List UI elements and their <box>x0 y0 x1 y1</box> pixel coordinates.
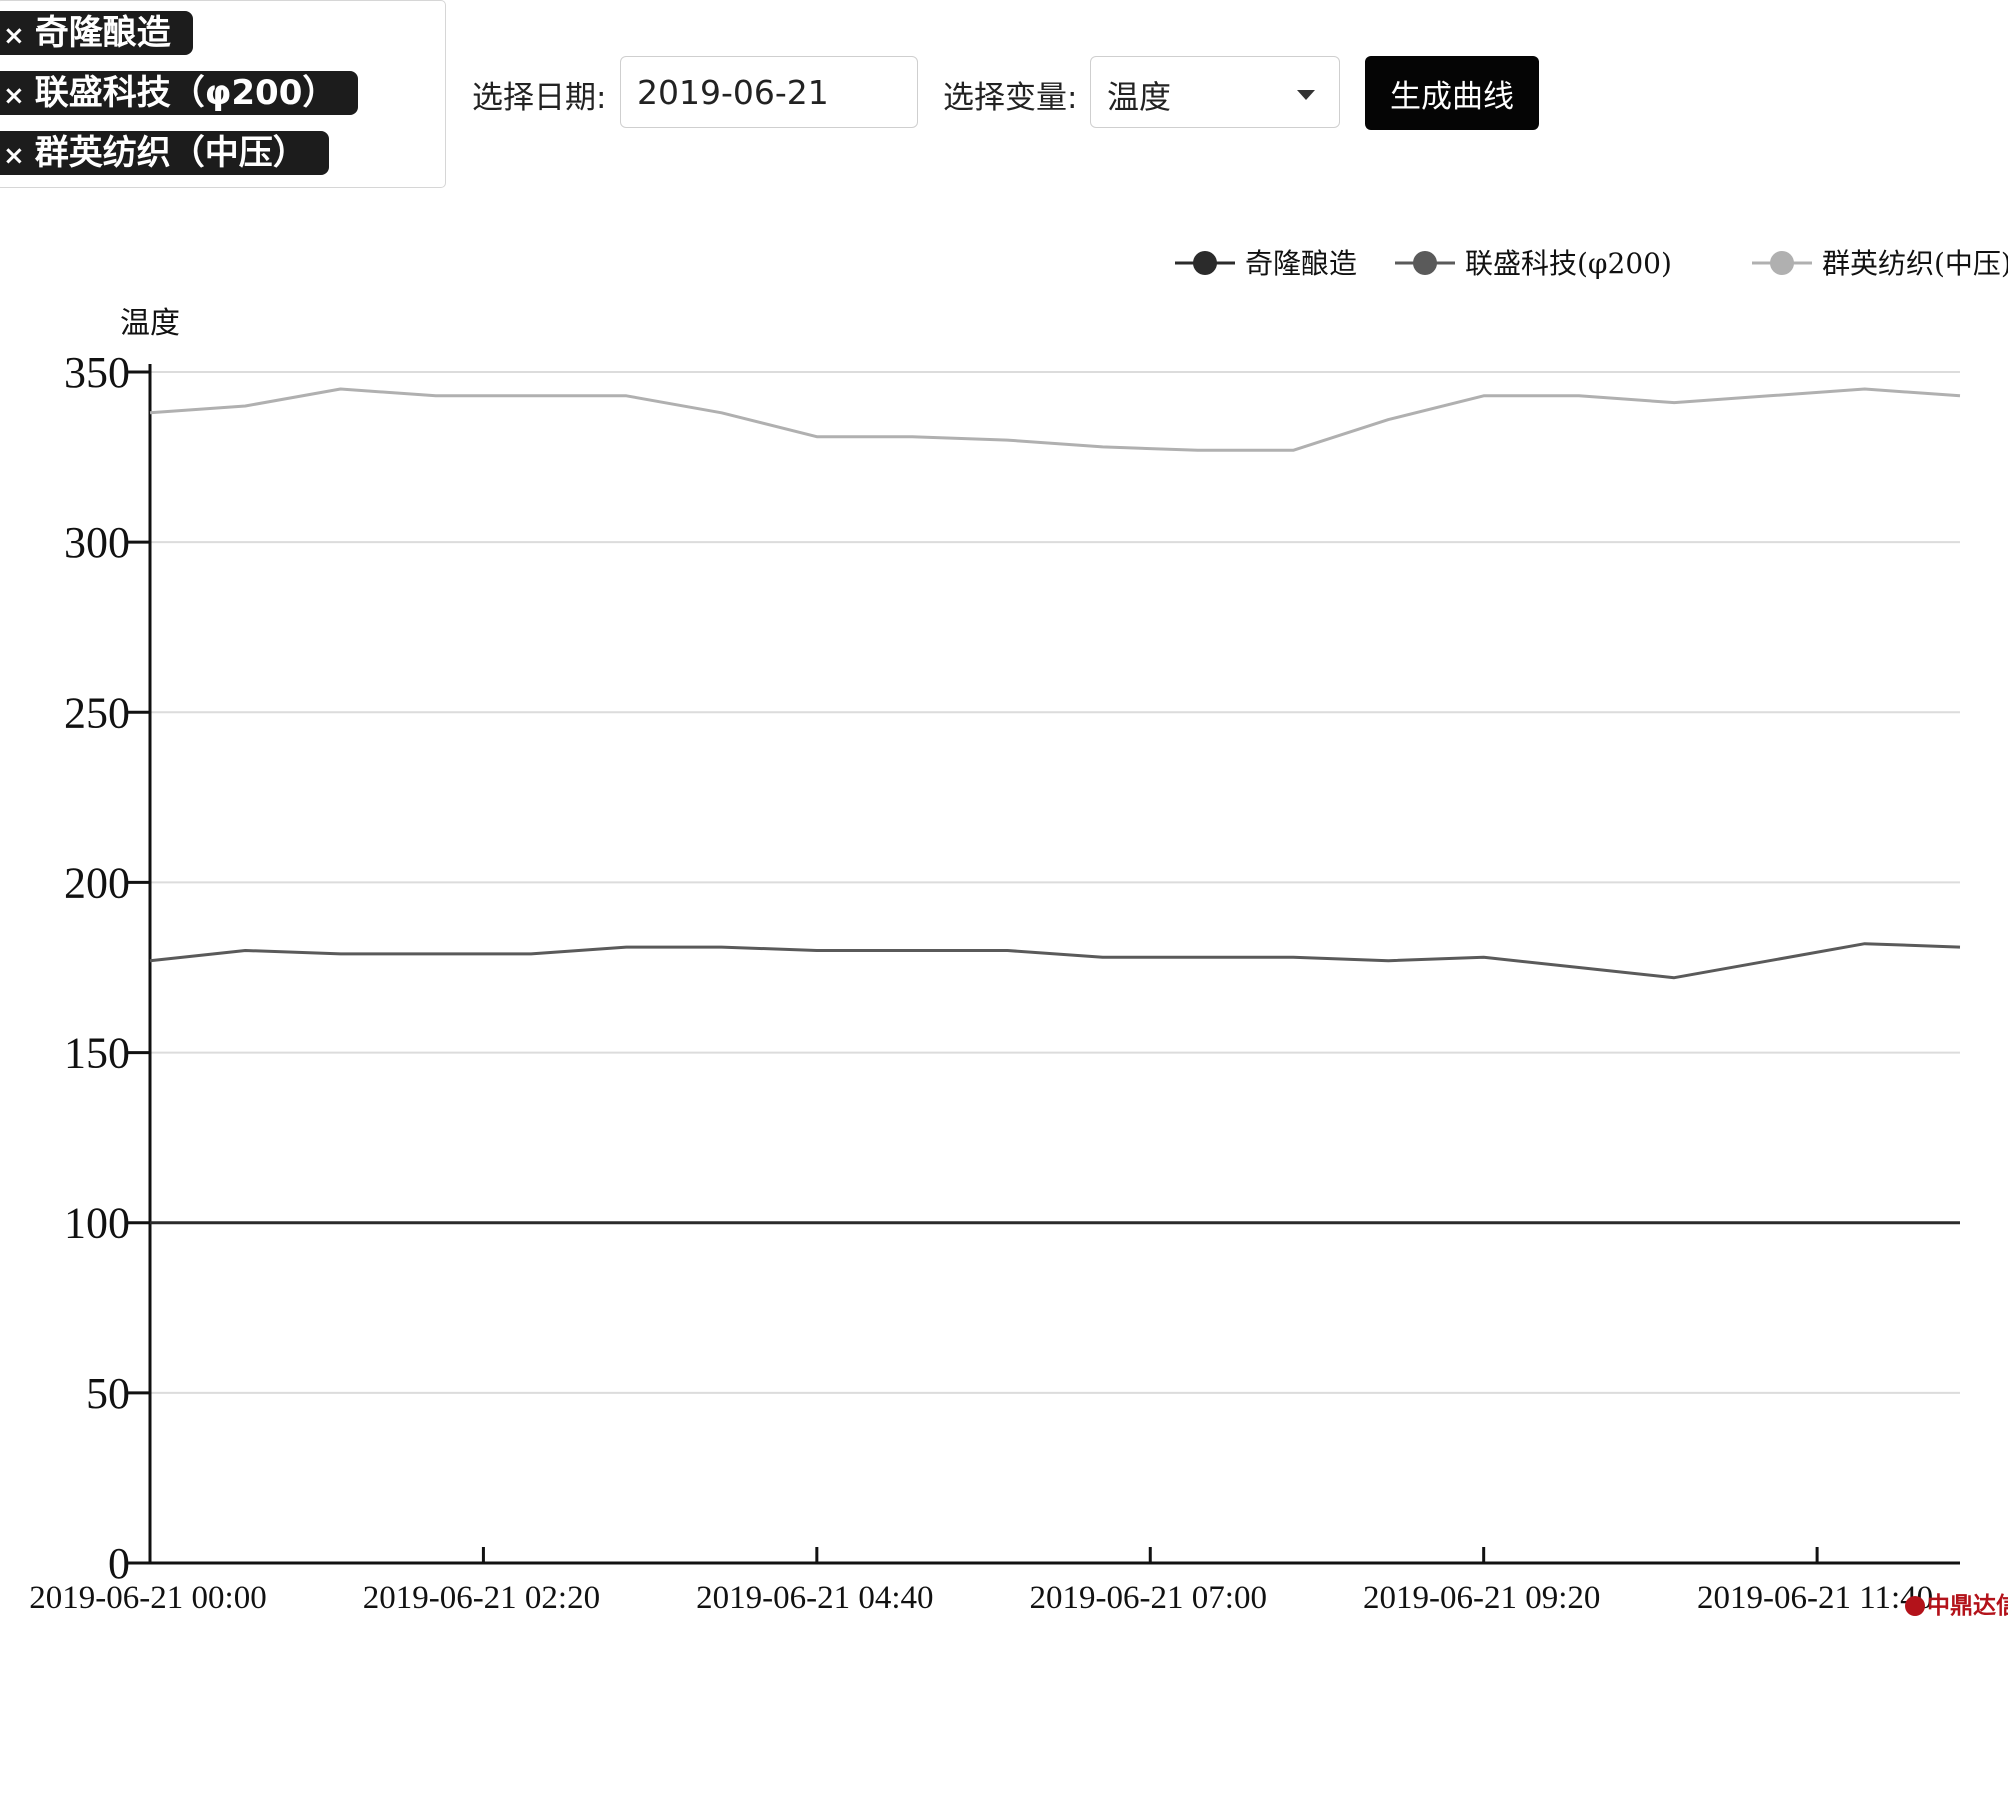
axes: 0501001502002503003502019-06-21 00:00 201… <box>29 348 1960 1616</box>
legend[interactable]: 奇隆酿造 联盛科技(φ200) 群英纺织(中压) <box>1175 247 2008 280</box>
generate-curve-button[interactable]: 生成曲线 <box>1365 56 1539 130</box>
y-tick-label: 150 <box>64 1029 130 1078</box>
watermark-text: 中鼎达信 <box>1927 1593 2008 1619</box>
x-tick-label: 2019-06-21 00:00 <box>29 1580 266 1616</box>
y-tick-label: 50 <box>86 1369 130 1418</box>
legend-marker <box>1413 251 1437 275</box>
series-line <box>149 387 1961 452</box>
company-tag-qunying[interactable]: × 群英纺织（中压） <box>0 131 329 175</box>
company-tag-liansheng[interactable]: × 联盛科技（φ200） <box>0 71 359 115</box>
temperature-line-chart: 0501001502002503003502019-06-21 00:00 201… <box>29 247 2008 1616</box>
selected-companies-panel: × 奇隆酿造 × 联盛科技（φ200） × 群英纺织（中压） <box>0 0 446 188</box>
y-tick-label: 100 <box>64 1199 130 1248</box>
x-tick-label: 2019-06-21 11:40 <box>1697 1580 1933 1616</box>
grid-lines <box>150 371 1960 1394</box>
logo-icon <box>1905 1596 1925 1616</box>
y-axis-label: 温度 <box>120 306 180 341</box>
y-tick-label: 250 <box>64 688 130 737</box>
variable-select[interactable]: 温度 <box>1090 56 1340 128</box>
x-tick-label: 2019-06-21 07:00 <box>1030 1580 1267 1616</box>
tag-label: 联盛科技（φ200） <box>34 73 337 113</box>
y-tick-label: 200 <box>64 858 130 907</box>
caret-down-icon <box>1297 90 1315 100</box>
date-label: 选择日期: <box>472 80 607 116</box>
tag-label: 奇隆酿造 <box>34 13 171 53</box>
variable-select-value: 温度 <box>1107 78 1172 116</box>
legend-marker <box>1193 251 1217 275</box>
x-tick-label: 2019-06-21 02:20 <box>363 1580 600 1616</box>
close-icon[interactable]: × <box>3 21 25 51</box>
legend-label: 群英纺织(中压) <box>1822 247 2008 280</box>
y-tick-label: 350 <box>64 348 130 397</box>
close-icon[interactable]: × <box>3 141 25 171</box>
tag-label: 群英纺织（中压） <box>34 133 307 173</box>
date-input[interactable] <box>620 56 918 128</box>
close-icon[interactable]: × <box>3 81 25 111</box>
legend-label: 联盛科技(φ200) <box>1465 247 1672 280</box>
company-tag-qilong[interactable]: × 奇隆酿造 <box>0 11 193 55</box>
watermark-logo: 中鼎达信 <box>1905 1586 2008 1620</box>
variable-label: 选择变量: <box>943 80 1078 116</box>
x-tick-label: 2019-06-21 04:40 <box>696 1580 933 1616</box>
legend-label: 奇隆酿造 <box>1245 247 1357 280</box>
series-lines <box>149 387 1961 1225</box>
y-tick-label: 300 <box>64 518 130 567</box>
x-tick-label: 2019-06-21 09:20 <box>1363 1580 1600 1616</box>
series-line <box>149 942 1961 980</box>
legend-marker <box>1770 251 1794 275</box>
